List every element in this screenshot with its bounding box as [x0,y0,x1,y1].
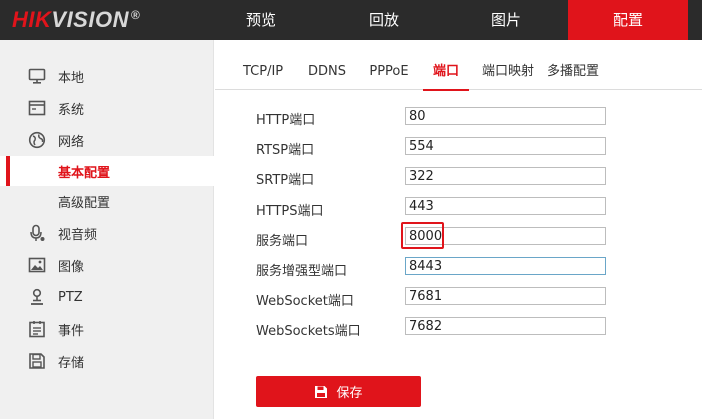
logo-text-hik: HIK [12,7,52,32]
rtsp-port-input[interactable] [405,137,606,155]
tab-bar: TCP/IP DDNS PPPoE 端口 端口映射 多播配置 [215,40,702,91]
save-button-label: 保存 [336,385,363,400]
sidebar-item-label: 图像 [58,259,85,275]
save-disk-icon [314,385,328,399]
logo-registered-mark: ® [130,8,141,22]
srtp-port-label: SRTP端口 [256,173,315,188]
top-bar: HIK VISION ® 预览 回放 图片 配置 [0,0,702,40]
sidebar-item-label: 存储 [58,355,85,371]
sidebar-item-label: 事件 [58,323,85,339]
http-port-label: HTTP端口 [256,113,316,128]
sidebar-item-label: 系统 [58,102,85,118]
service-port-input[interactable] [405,227,606,245]
monitor-icon [28,67,46,85]
sidebar-item-label: PTZ [58,289,83,305]
http-port-input[interactable] [405,107,606,125]
sidebar-item-basic-config[interactable]: 基本配置 [0,156,214,186]
https-port-input[interactable] [405,197,606,215]
save-button[interactable]: 保存 [256,376,421,407]
websocket-port-input[interactable] [405,287,606,305]
srtp-port-input[interactable] [405,167,606,185]
globe-icon [28,131,46,149]
enhanced-service-port-input[interactable] [405,257,606,275]
tab-port[interactable]: 端口 [423,40,469,91]
sidebar-item-label: 基本配置 [58,165,111,181]
nav-preview[interactable]: 预览 [214,0,308,40]
sidebar-item-advanced-config[interactable]: 高级配置 [0,186,214,216]
image-icon [28,256,46,274]
websockets-port-label: WebSockets端口 [256,324,361,339]
system-window-icon [28,99,46,117]
ptz-person-icon [28,288,46,306]
sidebar-item-ptz[interactable]: PTZ [0,282,214,312]
sidebar-item-event[interactable]: 事件 [0,314,214,344]
tab-ddns[interactable]: DDNS [308,40,346,90]
sidebar-item-system[interactable]: 系统 [0,93,214,123]
nav-picture[interactable]: 图片 [459,0,553,40]
enhanced-service-port-label: 服务增强型端口 [256,264,348,279]
websocket-port-label: WebSocket端口 [256,294,354,309]
sidebar-item-storage[interactable]: 存储 [0,346,214,376]
tab-port-mapping[interactable]: 端口映射 [481,40,535,90]
sidebar-item-network[interactable]: 网络 [0,125,214,155]
hikvision-logo: HIK VISION ® [12,6,140,34]
rtsp-port-label: RTSP端口 [256,143,315,158]
logo-text-vision: VISION [51,7,129,32]
tab-multicast[interactable]: 多播配置 [544,40,602,90]
sidebar-item-label: 视音频 [58,227,98,243]
storage-disk-icon [28,352,46,370]
websockets-port-input[interactable] [405,317,606,335]
sidebar-item-label: 本地 [58,70,85,86]
tab-pppoe[interactable]: PPPoE [368,40,410,90]
tab-tcpip[interactable]: TCP/IP [243,40,283,90]
sidebar-item-label: 网络 [58,134,85,150]
sidebar-item-video-audio[interactable]: 视音频 [0,218,214,248]
nav-configuration[interactable]: 配置 [568,0,688,40]
sidebar-item-local[interactable]: 本地 [0,61,214,91]
nav-playback[interactable]: 回放 [337,0,431,40]
microphone-icon [28,224,46,242]
service-port-label: 服务端口 [256,234,309,249]
https-port-label: HTTPS端口 [256,204,324,219]
sidebar-item-label: 高级配置 [58,195,111,211]
sidebar-item-image[interactable]: 图像 [0,250,214,280]
event-list-icon [28,320,46,338]
